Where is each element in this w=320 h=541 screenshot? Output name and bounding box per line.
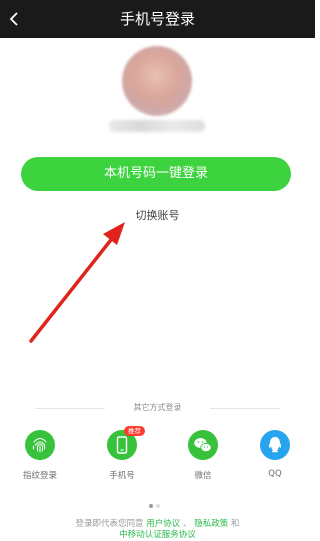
wechat-login-option[interactable]: 微信 [178, 430, 228, 481]
phone-login-label: 手机号 [109, 471, 135, 481]
terms-line-2: 中移动认证服务协议 [0, 530, 315, 541]
terms-line-1: 登录即代表您同意 用户协议 、 隐私政策 和 [0, 519, 315, 530]
wechat-icon [188, 430, 218, 460]
qq-icon [260, 430, 290, 460]
page-dot-active [149, 504, 153, 508]
phone-login-option[interactable]: 推荐 手机号 [97, 426, 147, 481]
privacy-policy-link[interactable]: 隐私政策 [194, 519, 228, 529]
fingerprint-login-option[interactable]: 指纹登录 [15, 430, 65, 481]
page-dot [156, 504, 160, 508]
other-methods-divider: 其它方式登录 [20, 402, 295, 414]
qq-login-label: QQ [268, 469, 282, 479]
qq-login-option[interactable]: QQ [250, 430, 300, 479]
terms-separator: 、 [182, 519, 192, 529]
divider-line-right [210, 408, 280, 409]
fingerprint-icon [25, 430, 55, 460]
recommended-badge: 推荐 [124, 426, 145, 436]
user-agreement-link[interactable]: 用户协议 [146, 519, 180, 529]
fingerprint-login-label: 指纹登录 [22, 471, 57, 481]
pagination-dots [149, 493, 163, 512]
phone-icon: 推荐 [107, 426, 145, 460]
terms-and: 和 [230, 519, 240, 529]
wechat-login-label: 微信 [194, 471, 212, 481]
terms-prefix: 登录即代表您同意 [75, 519, 144, 529]
